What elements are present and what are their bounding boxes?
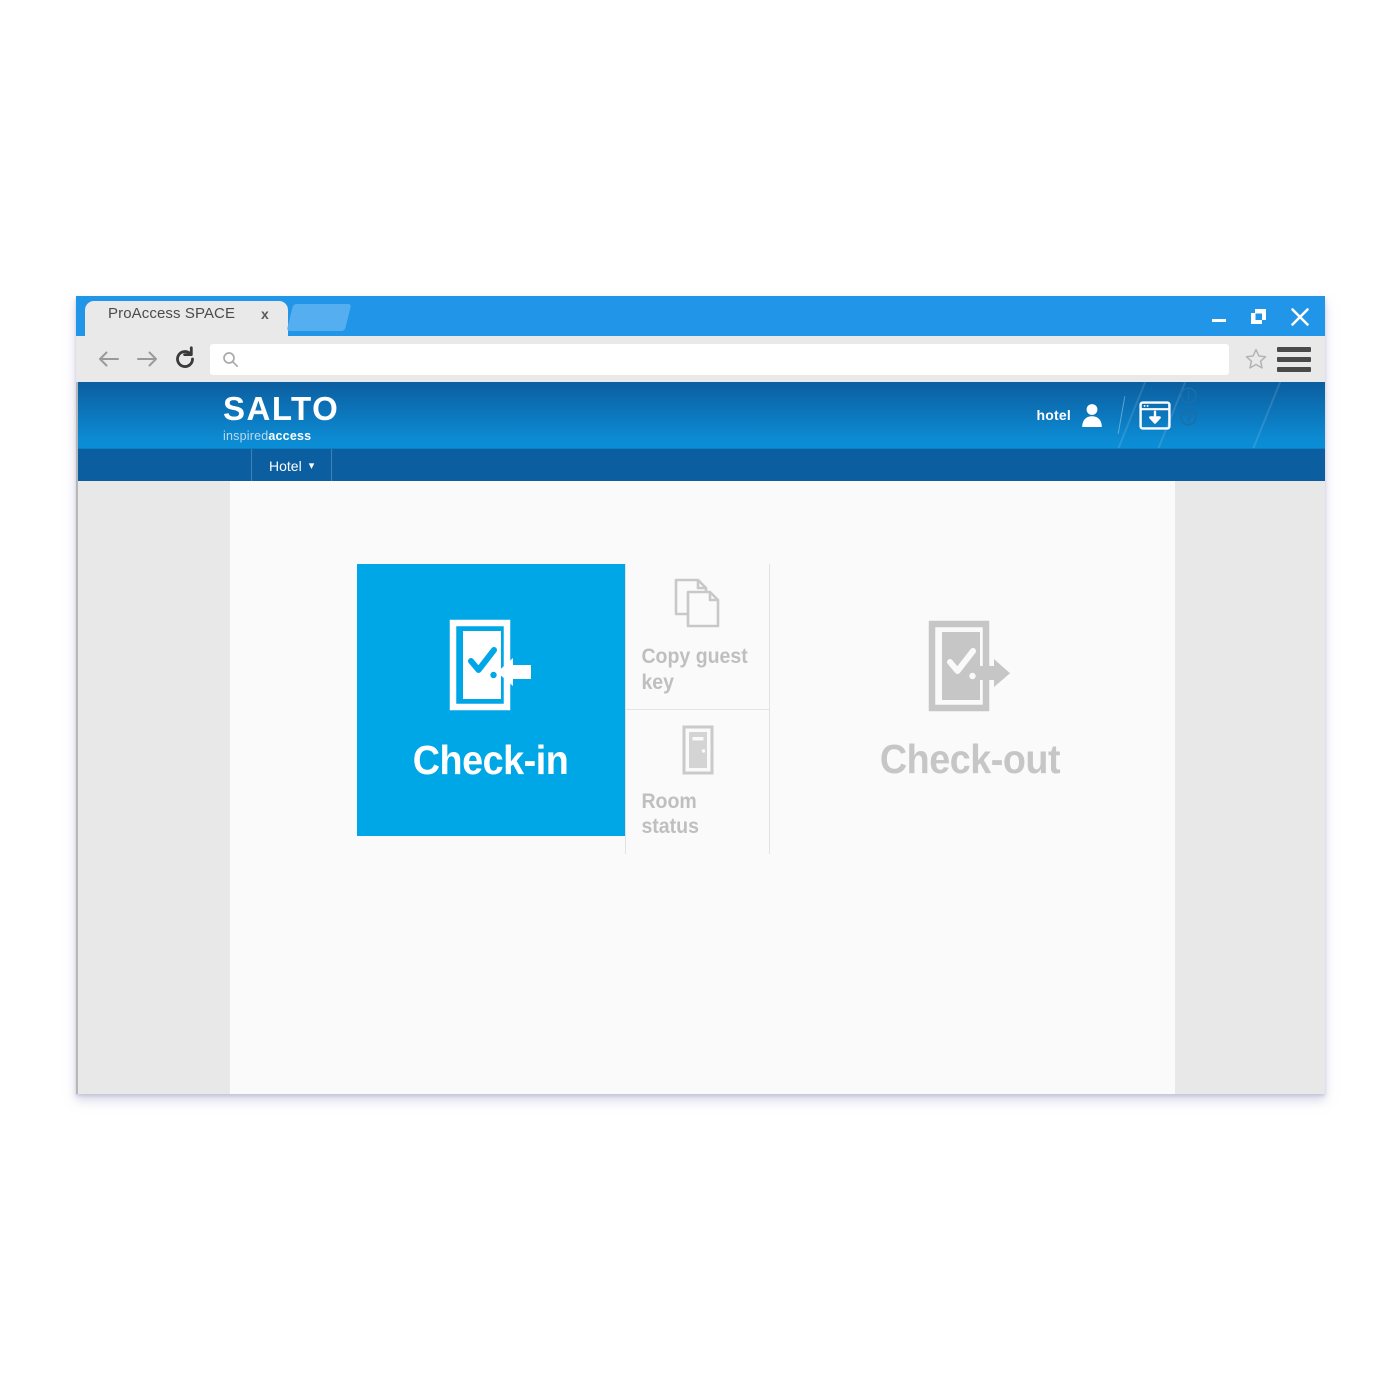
search-icon [223,351,239,367]
tab-close-icon[interactable]: x [261,306,269,322]
download-window-icon[interactable] [1139,400,1171,430]
salto-logo: SALTO inspiredaccess [223,392,339,443]
tile-copy-guest-key-label: Copy guest key [641,645,748,694]
window-controls [1209,304,1311,330]
menu-bar-2 [1277,356,1311,362]
info-icon[interactable] [1180,387,1197,404]
header-user-label: hotel [1036,407,1071,423]
chevron-down-icon: ▾ [308,460,315,472]
page-viewport: SALTO inspiredaccess hotel Hotel ▾ Check… [76,382,1325,1094]
arrow-left-icon [99,351,119,367]
minimize-icon[interactable] [1209,307,1229,327]
tile-copy-guest-key[interactable]: Copy guest key [626,564,769,709]
browser-tab-title: ProAccess SPACE [108,305,236,322]
tile-check-out[interactable]: Check-out [770,564,1170,836]
nav-item-hotel[interactable]: Hotel ▾ [251,449,333,482]
door-check-in-icon [449,619,531,710]
arrow-right-icon [137,351,157,367]
star-icon [1245,348,1267,369]
new-tab-button[interactable] [286,304,352,331]
bookmark-button[interactable] [1239,342,1273,376]
user-icon[interactable] [1080,402,1104,428]
salto-tagline: inspiredaccess [223,429,339,443]
menu-bar-1 [1277,346,1311,352]
content-panel: Check-in Copy guest key Room status Chec… [230,481,1175,1094]
header-actions: hotel [1036,396,1171,434]
door-icon [682,725,713,775]
tiles-row: Check-in Copy guest key Room status Chec… [357,564,1170,854]
nav-item-hotel-label: Hotel [269,457,302,474]
address-input[interactable] [248,343,1217,375]
help-icon[interactable] [1180,409,1197,426]
forward-button[interactable] [128,340,166,378]
app-header: SALTO inspiredaccess hotel [78,382,1325,448]
reload-button[interactable] [166,340,204,378]
menu-bar-3 [1277,366,1311,372]
secondary-tiles-column: Copy guest key Room status [625,564,770,854]
browser-window: ProAccess SPACE x SALTO inspiredaccess h… [76,296,1325,1094]
maximize-icon[interactable] [1248,306,1270,328]
salto-wordmark: SALTO [223,390,340,427]
door-check-out-icon [928,620,1010,711]
app-nav-bar: Hotel ▾ [78,448,1325,482]
salto-tagline-light: inspired [223,429,269,443]
reload-icon [176,346,194,368]
tile-room-status[interactable]: Room status [626,708,769,855]
address-bar[interactable] [210,343,1229,375]
tile-check-in-label: Check-in [413,736,569,783]
browser-toolbar [76,336,1325,382]
header-diagonal-2 [1233,382,1295,448]
salto-tagline-bold: access [268,429,312,443]
header-badges [1180,387,1197,426]
tile-check-in[interactable]: Check-in [357,564,625,836]
browser-menu-button[interactable] [1277,344,1311,374]
close-icon[interactable] [1289,306,1311,328]
tile-room-status-label: Room status [641,789,699,839]
tile-check-out-label: Check-out [879,735,1061,782]
header-divider [1117,396,1126,434]
back-button[interactable] [90,340,128,378]
copy-documents-icon [674,578,719,628]
